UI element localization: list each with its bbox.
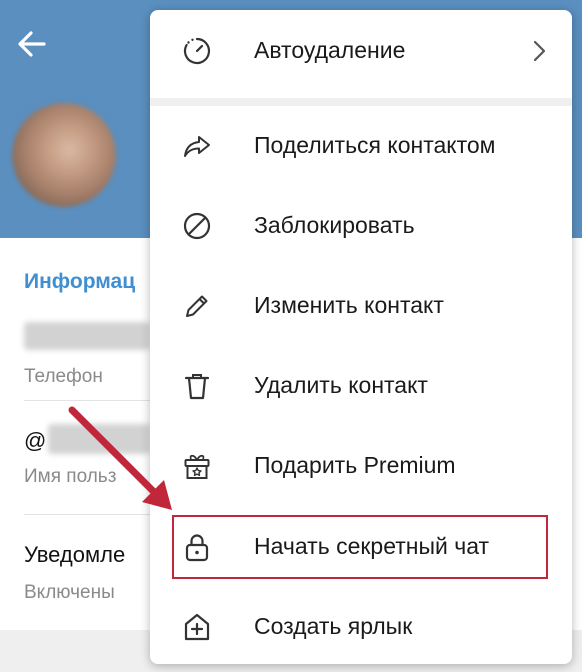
notifications-title[interactable]: Уведомле xyxy=(24,542,125,568)
share-icon xyxy=(184,136,210,157)
pencil-icon xyxy=(186,295,208,317)
menu-item-label: Поделиться контактом xyxy=(254,132,496,158)
menu-item-label: Заблокировать xyxy=(254,212,415,238)
annotation-highlight-box xyxy=(172,515,548,579)
menu-item-label: Автоудаление xyxy=(254,37,406,63)
menu-item-label: Изменить контакт xyxy=(254,292,444,318)
menu-item-label: Создать ярлык xyxy=(254,613,413,639)
username-prefix: @ xyxy=(24,428,47,453)
timer-icon xyxy=(183,37,211,65)
info-section-title: Информац xyxy=(24,270,136,293)
avatar[interactable] xyxy=(12,103,116,207)
menu-item-block[interactable]: Заблокировать xyxy=(150,196,572,256)
phone-value-blurred xyxy=(24,322,150,350)
phone-label: Телефон xyxy=(24,366,103,387)
menu-item-create-shortcut[interactable]: Создать ярлык xyxy=(150,597,572,657)
menu-item-delete-contact[interactable]: Удалить контакт xyxy=(150,356,572,416)
arrow-left-icon[interactable] xyxy=(14,26,50,62)
block-icon xyxy=(183,212,211,240)
gift-icon xyxy=(184,454,210,479)
context-menu: Автоудаление Поделиться контактом Заблок… xyxy=(150,10,572,664)
menu-item-share-contact[interactable]: Поделиться контактом xyxy=(150,116,572,176)
menu-item-auto-delete[interactable]: Автоудаление xyxy=(150,21,572,81)
menu-item-edit-contact[interactable]: Изменить контакт xyxy=(150,276,572,336)
trash-icon xyxy=(184,374,210,400)
chevron-right-icon xyxy=(533,40,546,62)
menu-item-gift-premium[interactable]: Подарить Premium xyxy=(150,436,572,496)
menu-item-label: Подарить Premium xyxy=(254,452,456,478)
add-shortcut-icon xyxy=(184,613,210,641)
menu-separator xyxy=(150,98,572,106)
notifications-status: Включены xyxy=(24,582,115,603)
annotation-arrow-icon xyxy=(68,406,172,510)
menu-item-label: Удалить контакт xyxy=(254,372,428,398)
